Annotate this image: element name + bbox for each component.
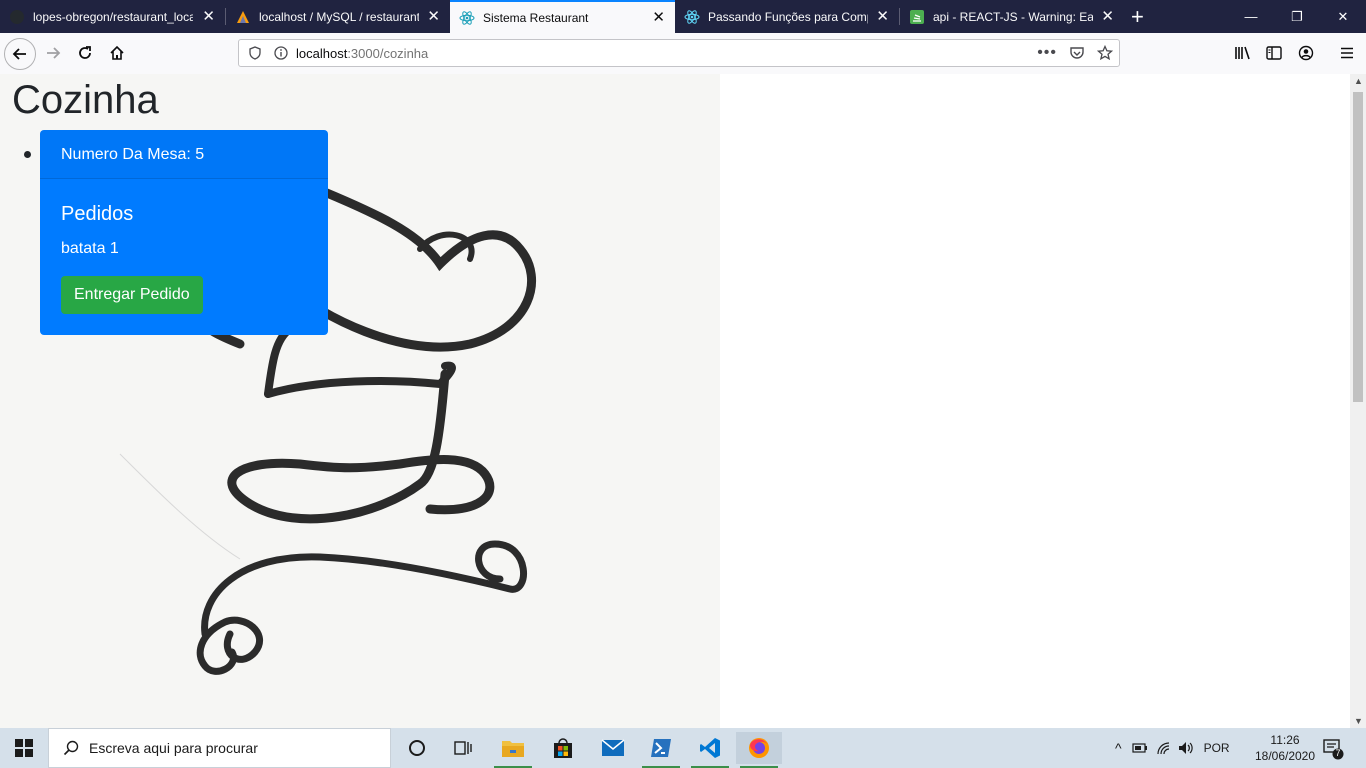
tab-title: Passando Funções para Compo (708, 9, 868, 24)
tab-phpmyadmin[interactable]: localhost / MySQL / restaurant ✕ (226, 0, 450, 33)
sidebar-button[interactable] (1259, 38, 1289, 68)
mail-icon (601, 739, 625, 756)
tab-passando-funcoes[interactable]: Passando Funções para Compo ✕ (675, 0, 899, 33)
mail-button[interactable] (590, 732, 636, 764)
hamburger-menu-icon (1341, 47, 1353, 59)
page-title: Cozinha (12, 78, 159, 122)
menu-button[interactable] (1332, 38, 1362, 68)
reload-button[interactable] (70, 38, 100, 68)
navigation-bar: localhost:3000/cozinha ••• (0, 33, 1366, 75)
forward-arrow-icon (47, 47, 61, 59)
firefox-icon (749, 738, 769, 758)
battery-icon[interactable] (1131, 742, 1148, 754)
home-icon (110, 45, 124, 60)
notification-count: 7 (1335, 748, 1341, 758)
page-actions-icon[interactable]: ••• (1037, 44, 1057, 62)
back-arrow-icon (12, 48, 26, 60)
taskbar-search-box[interactable]: Escreva aqui para procurar (48, 728, 391, 768)
language-indicator[interactable]: POR (1204, 741, 1230, 755)
vscode-button[interactable] (687, 732, 733, 768)
cortana-button[interactable] (394, 732, 440, 764)
tab-github[interactable]: lopes-obregon/restaurant_local ✕ (0, 0, 225, 33)
close-icon[interactable]: ✕ (1101, 9, 1114, 24)
library-icon (1235, 46, 1250, 60)
home-button[interactable] (102, 38, 132, 68)
close-icon[interactable]: ✕ (876, 9, 889, 24)
task-view-button[interactable] (440, 732, 486, 764)
windows-taskbar: Escreva aqui para procurar ^ POR 11:26 1… (0, 728, 1366, 768)
page-content: Cozinha Numero Da Mesa: 5 Pedidos batata… (0, 74, 1350, 728)
tab-stackoverflow[interactable]: api - REACT-JS - Warning: Each ✕ (900, 0, 1124, 33)
order-item: batata 1 (61, 240, 119, 257)
volume-icon[interactable] (1178, 741, 1194, 755)
firefox-button[interactable] (736, 732, 782, 768)
scroll-up-icon[interactable]: ▲ (1354, 76, 1363, 86)
tab-sistema-restaurant[interactable]: Sistema Restaurant ✕ (450, 0, 675, 33)
vscode-icon (700, 738, 720, 758)
orders-title: Pedidos (61, 203, 134, 225)
system-tray: ^ POR (1115, 728, 1230, 768)
phpmyadmin-icon (237, 10, 249, 23)
powershell-button[interactable] (638, 732, 684, 768)
store-bag-icon (554, 738, 572, 758)
clock-time: 11:26 (1270, 733, 1300, 747)
deliver-order-button[interactable]: Entregar Pedido (61, 276, 203, 314)
stackoverflow-icon (910, 9, 924, 24)
cortana-circle-icon (409, 740, 425, 756)
account-button[interactable] (1291, 38, 1321, 68)
search-icon (63, 740, 79, 756)
clock[interactable]: 11:26 18/06/2020 (1250, 732, 1320, 764)
new-tab-button[interactable]: + (1131, 4, 1144, 30)
account-icon (1298, 45, 1314, 61)
bookmark-star-icon[interactable] (1097, 45, 1113, 61)
windows-logo-icon (15, 739, 33, 757)
clock-date: 18/06/2020 (1254, 749, 1316, 763)
close-icon[interactable]: ✕ (652, 10, 665, 25)
list-bullet (24, 151, 31, 158)
close-icon[interactable]: ✕ (427, 9, 440, 24)
react-icon (684, 9, 700, 24)
task-view-icon (454, 741, 472, 755)
scrollbar-thumb[interactable] (1353, 92, 1363, 402)
order-card: Numero Da Mesa: 5 Pedidos batata 1 Entre… (40, 130, 328, 335)
sidebar-icon (1266, 46, 1282, 60)
tab-title: Sistema Restaurant (483, 10, 589, 25)
tab-strip: lopes-obregon/restaurant_local ✕ localho… (0, 0, 1366, 33)
close-icon[interactable]: ✕ (202, 9, 215, 24)
tab-title: api - REACT-JS - Warning: Each (933, 9, 1093, 24)
react-icon (459, 10, 475, 25)
start-button[interactable] (0, 728, 48, 768)
tab-title: lopes-obregon/restaurant_local (33, 9, 193, 24)
url-text: localhost:3000/cozinha (296, 45, 429, 61)
tab-title: localhost / MySQL / restaurant (259, 9, 419, 24)
url-bar[interactable]: localhost:3000/cozinha ••• (238, 39, 1120, 67)
info-icon[interactable] (274, 46, 288, 60)
library-button[interactable] (1228, 38, 1258, 68)
file-explorer-button[interactable] (490, 732, 536, 768)
wifi-icon[interactable] (1156, 741, 1172, 755)
vertical-scrollbar[interactable]: ▲ ▼ (1350, 74, 1366, 728)
scroll-down-icon[interactable]: ▼ (1354, 716, 1363, 726)
search-placeholder: Escreva aqui para procurar (89, 740, 258, 756)
forward-button[interactable] (38, 38, 68, 68)
minimize-button[interactable]: — (1228, 0, 1274, 33)
github-icon (10, 9, 24, 24)
folder-icon (502, 741, 524, 757)
pocket-icon[interactable] (1069, 45, 1085, 61)
restore-button[interactable]: ❐ (1274, 0, 1320, 33)
reload-icon (79, 46, 91, 59)
shield-icon[interactable] (248, 46, 262, 60)
store-button[interactable] (540, 732, 586, 764)
back-button[interactable] (4, 38, 36, 70)
chevron-up-icon[interactable]: ^ (1115, 740, 1122, 756)
close-window-button[interactable]: ✕ (1320, 0, 1366, 33)
powershell-icon (651, 739, 671, 757)
notification-center-button[interactable]: 7 (1322, 738, 1344, 760)
table-number-header: Numero Da Mesa: 5 (40, 130, 328, 179)
